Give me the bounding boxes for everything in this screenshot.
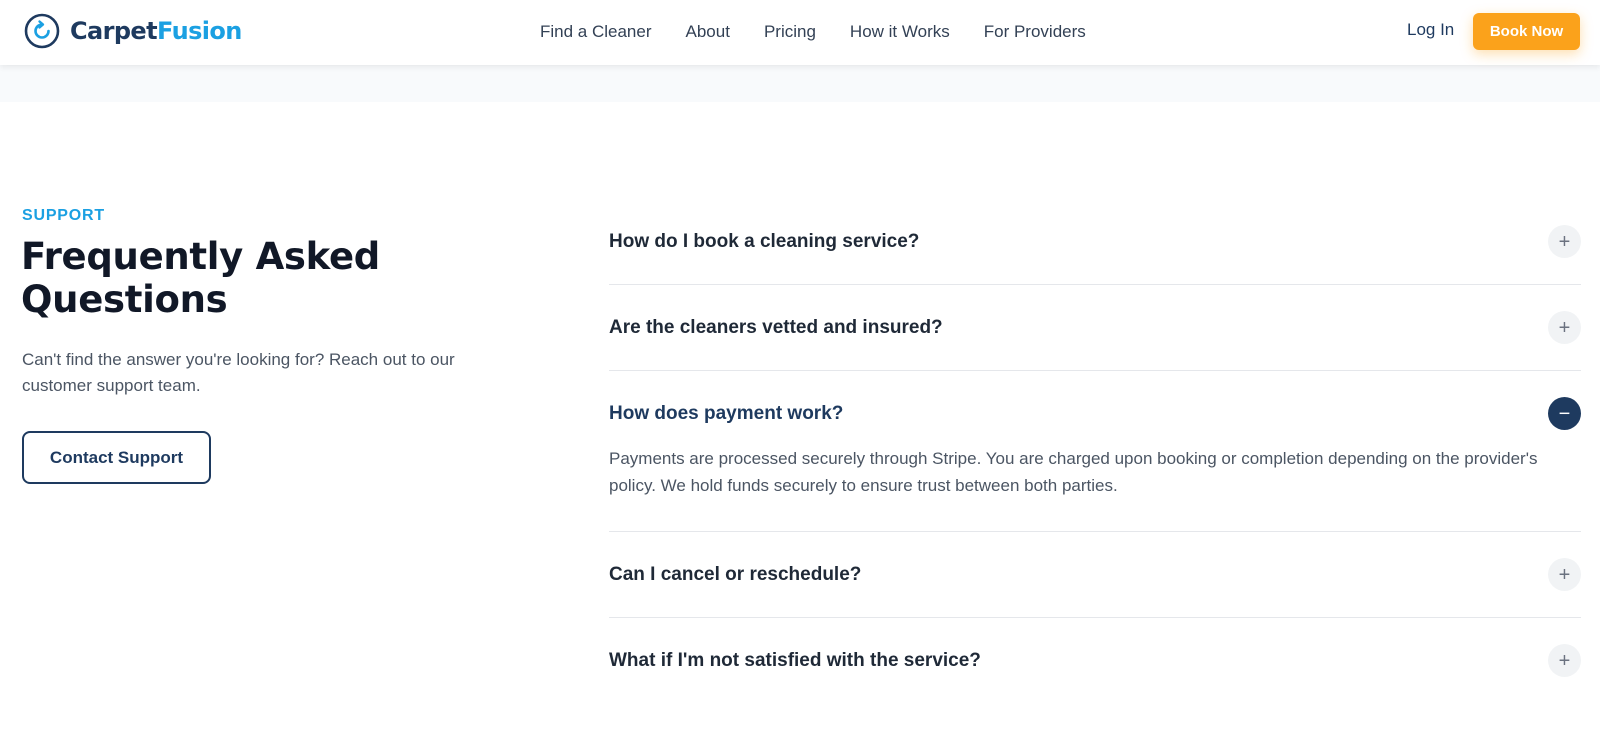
plus-icon[interactable]: + [1548, 311, 1581, 344]
plus-icon[interactable]: + [1548, 558, 1581, 591]
nav-pricing[interactable]: Pricing [764, 22, 816, 42]
faq-item-expanded: How does payment work? − Payments are pr… [609, 371, 1581, 532]
nav-about[interactable]: About [686, 22, 730, 42]
faq-question: Are the cleaners vetted and insured? [609, 316, 943, 338]
faq-list: How do I book a cleaning service? + Are … [609, 199, 1581, 703]
contact-support-button[interactable]: Contact Support [22, 431, 211, 484]
book-now-button[interactable]: Book Now [1473, 13, 1580, 50]
brand-name-part2: Fusion [156, 17, 242, 45]
faq-answer: Payments are processed securely through … [609, 449, 1538, 495]
site-header: CarpetFusion Find a Cleaner About Pricin… [0, 0, 1600, 65]
faq-item: How do I book a cleaning service? + [609, 199, 1581, 285]
main-nav: Find a Cleaner About Pricing How it Work… [540, 0, 1120, 63]
refresh-circle-icon [24, 13, 60, 49]
section-eyebrow: SUPPORT [22, 207, 105, 224]
section-subtitle: Can't find the answer you're looking for… [22, 350, 455, 395]
faq-item: What if I'm not satisfied with the servi… [609, 618, 1581, 703]
faq-question: Can I cancel or reschedule? [609, 563, 862, 585]
faq-question-row[interactable]: What if I'm not satisfied with the servi… [609, 618, 1581, 703]
faq-question: What if I'm not satisfied with the servi… [609, 649, 981, 671]
faq-item: Can I cancel or reschedule? + [609, 532, 1581, 618]
login-link[interactable]: Log In [1407, 20, 1454, 40]
plus-icon[interactable]: + [1548, 644, 1581, 677]
minus-icon[interactable]: − [1548, 397, 1581, 430]
brand-name: CarpetFusion [70, 17, 242, 45]
nav-how-it-works[interactable]: How it Works [850, 22, 950, 42]
brand-logo[interactable]: CarpetFusion [24, 12, 242, 50]
faq-question-row[interactable]: How does payment work? − [609, 371, 1581, 456]
nav-for-providers[interactable]: For Providers [984, 22, 1086, 42]
faq-question: How does payment work? [609, 402, 844, 424]
faq-question-row[interactable]: Are the cleaners vetted and insured? + [609, 285, 1581, 370]
faq-question: How do I book a cleaning service? [609, 230, 920, 252]
faq-question-row[interactable]: Can I cancel or reschedule? + [609, 532, 1581, 617]
faq-item: Are the cleaners vetted and insured? + [609, 285, 1581, 371]
faq-question-row[interactable]: How do I book a cleaning service? + [609, 199, 1581, 284]
nav-find-cleaner[interactable]: Find a Cleaner [540, 22, 652, 42]
hero-bottom-band [0, 65, 1600, 102]
brand-name-part1: Carpet [70, 17, 158, 45]
plus-icon[interactable]: + [1548, 225, 1581, 258]
page-title: Frequently Asked Questions [21, 235, 380, 321]
